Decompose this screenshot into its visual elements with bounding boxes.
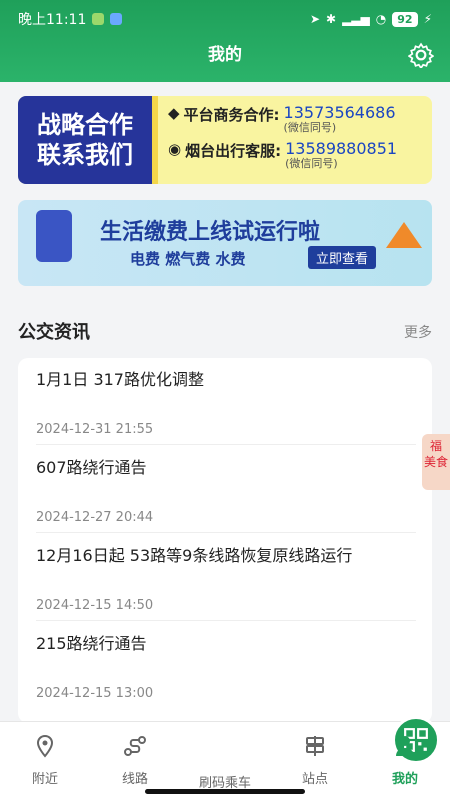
news-time: 2024-12-31 21:55 [36, 422, 154, 437]
telegram-icon [110, 13, 123, 25]
payment-banner-subtitle: 电费 燃气费 水费 [130, 250, 246, 268]
route-icon [124, 736, 146, 756]
settings-gear-icon[interactable] [408, 42, 434, 68]
phone-illustration-icon [36, 210, 72, 262]
bluetooth-icon: ✱ [326, 12, 337, 26]
battery-indicator: 92 [392, 11, 418, 27]
news-list: 1月1日 317路优化调整 2024-12-31 21:55 607路绕行通告 … [18, 358, 432, 723]
signal-icon: ▂▃▅ [342, 12, 370, 26]
service-note: (微信同号) [285, 157, 338, 170]
decor-triangle-icon [386, 222, 422, 248]
wifi-icon: ◔ [375, 12, 387, 26]
location-icon: ➤ [309, 12, 321, 26]
business-phone: 13573564686 [283, 103, 396, 122]
tab-stations[interactable]: 站点 [280, 734, 350, 787]
news-section-title: 公交资讯 [18, 322, 90, 343]
news-item[interactable]: 215路绕行通告 [36, 630, 416, 654]
business-note: (微信同号) [283, 121, 337, 134]
news-title: 12月16日起 53路等9条线路恢复原线路运行 [36, 546, 353, 565]
promo-line1: 福 [429, 439, 442, 453]
tab-label: 附近 [31, 772, 58, 787]
page-title: 我的 [208, 45, 242, 65]
tab-scan-to-ride[interactable]: 刷码乘车 [190, 716, 440, 791]
utility-payment-banner[interactable]: 生活缴费上线试运行啦 电费 燃气费 水费 立即查看 [18, 200, 432, 286]
service-contact-row: ◉ 烟台出行客服: 13589880851 (微信同号) [168, 140, 422, 170]
tab-label: 我的 [391, 772, 418, 787]
payment-banner-title: 生活缴费上线试运行啦 [100, 220, 321, 245]
news-item[interactable]: 607路绕行通告 [36, 454, 416, 478]
headset-icon: ◉ [168, 140, 182, 158]
station-sign-icon [306, 736, 324, 756]
promo-line2: 美食 [423, 455, 448, 469]
news-title: 607路绕行通告 [36, 458, 147, 477]
news-time: 2024-12-27 20:44 [36, 510, 154, 525]
partner-contact-banner[interactable]: 战略合作 联系我们 ◆ 平台商务合作: 13573564686 (微信同号) ◉… [18, 96, 432, 184]
divider [36, 620, 416, 621]
partner-heading-line1: 战略合作 [37, 111, 133, 139]
person-icon [396, 736, 414, 756]
business-contact-row: ◆ 平台商务合作: 13573564686 (微信同号) [168, 104, 422, 134]
home-indicator [145, 789, 305, 794]
service-label: 烟台出行客服: [185, 142, 282, 160]
tab-label: 线路 [121, 772, 148, 787]
partner-heading-line2: 联系我们 [37, 141, 133, 169]
divider [36, 532, 416, 533]
tab-mine[interactable]: 我的 [370, 734, 440, 787]
divider [36, 444, 416, 445]
bottom-tab-bar: 附近 线路 刷码乘车 站点 我的 [0, 716, 450, 800]
floating-promo-tag[interactable]: 福 美食 [422, 434, 450, 490]
status-time: 晚上11:11 [18, 12, 87, 28]
service-phone: 13589880851 [285, 139, 398, 158]
tab-label: 站点 [301, 772, 328, 787]
tab-routes[interactable]: 线路 [100, 734, 170, 787]
notification-icon [92, 13, 105, 25]
tab-nearby[interactable]: 附近 [10, 734, 80, 787]
news-title: 1月1日 317路优化调整 [36, 370, 204, 389]
news-title: 215路绕行通告 [36, 634, 147, 653]
business-label: 平台商务合作: [183, 106, 280, 124]
view-now-button[interactable]: 立即查看 [308, 246, 377, 269]
partner-banner-heading: 战略合作 联系我们 [18, 96, 158, 184]
news-time: 2024-12-15 14:50 [36, 598, 154, 613]
news-item[interactable]: 12月16日起 53路等9条线路恢复原线路运行 [36, 542, 416, 566]
charging-icon: ⚡ [423, 12, 432, 26]
news-item[interactable]: 1月1日 317路优化调整 [36, 366, 416, 390]
more-link[interactable]: 更多 [404, 322, 432, 342]
news-time: 2024-12-15 13:00 [36, 686, 154, 701]
status-bar: 晚上11:11 ➤ ✱ ▂▃▅ ◔ 92 ⚡ [0, 0, 450, 38]
location-pin-icon [36, 734, 54, 758]
top-header: 晚上11:11 ➤ ✱ ▂▃▅ ◔ 92 ⚡ 我的 [0, 0, 450, 82]
handshake-icon: ◆ [168, 104, 180, 122]
